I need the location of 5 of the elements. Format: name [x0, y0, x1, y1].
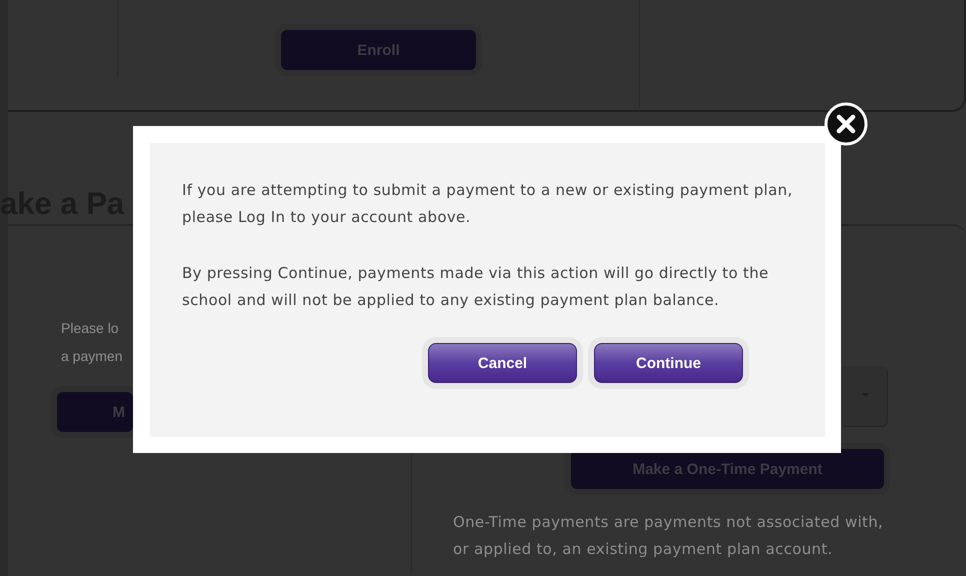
- one-time-note: One-Time payments are payments not associated with, or applied to, an existing payment plan account.: [453, 512, 884, 560]
- instruction-text: a paymen: [61, 347, 122, 366]
- instruction-text: Please lo: [61, 319, 119, 338]
- dialog-message: If you are attempting to submit a payment to a new or existing payment plan, please Log In to your account above.: [182, 180, 794, 228]
- dialog-message: By pressing Continue, payments made via this action will go directly to the school and will not be applied to any existing payment plan balance.: [182, 263, 770, 311]
